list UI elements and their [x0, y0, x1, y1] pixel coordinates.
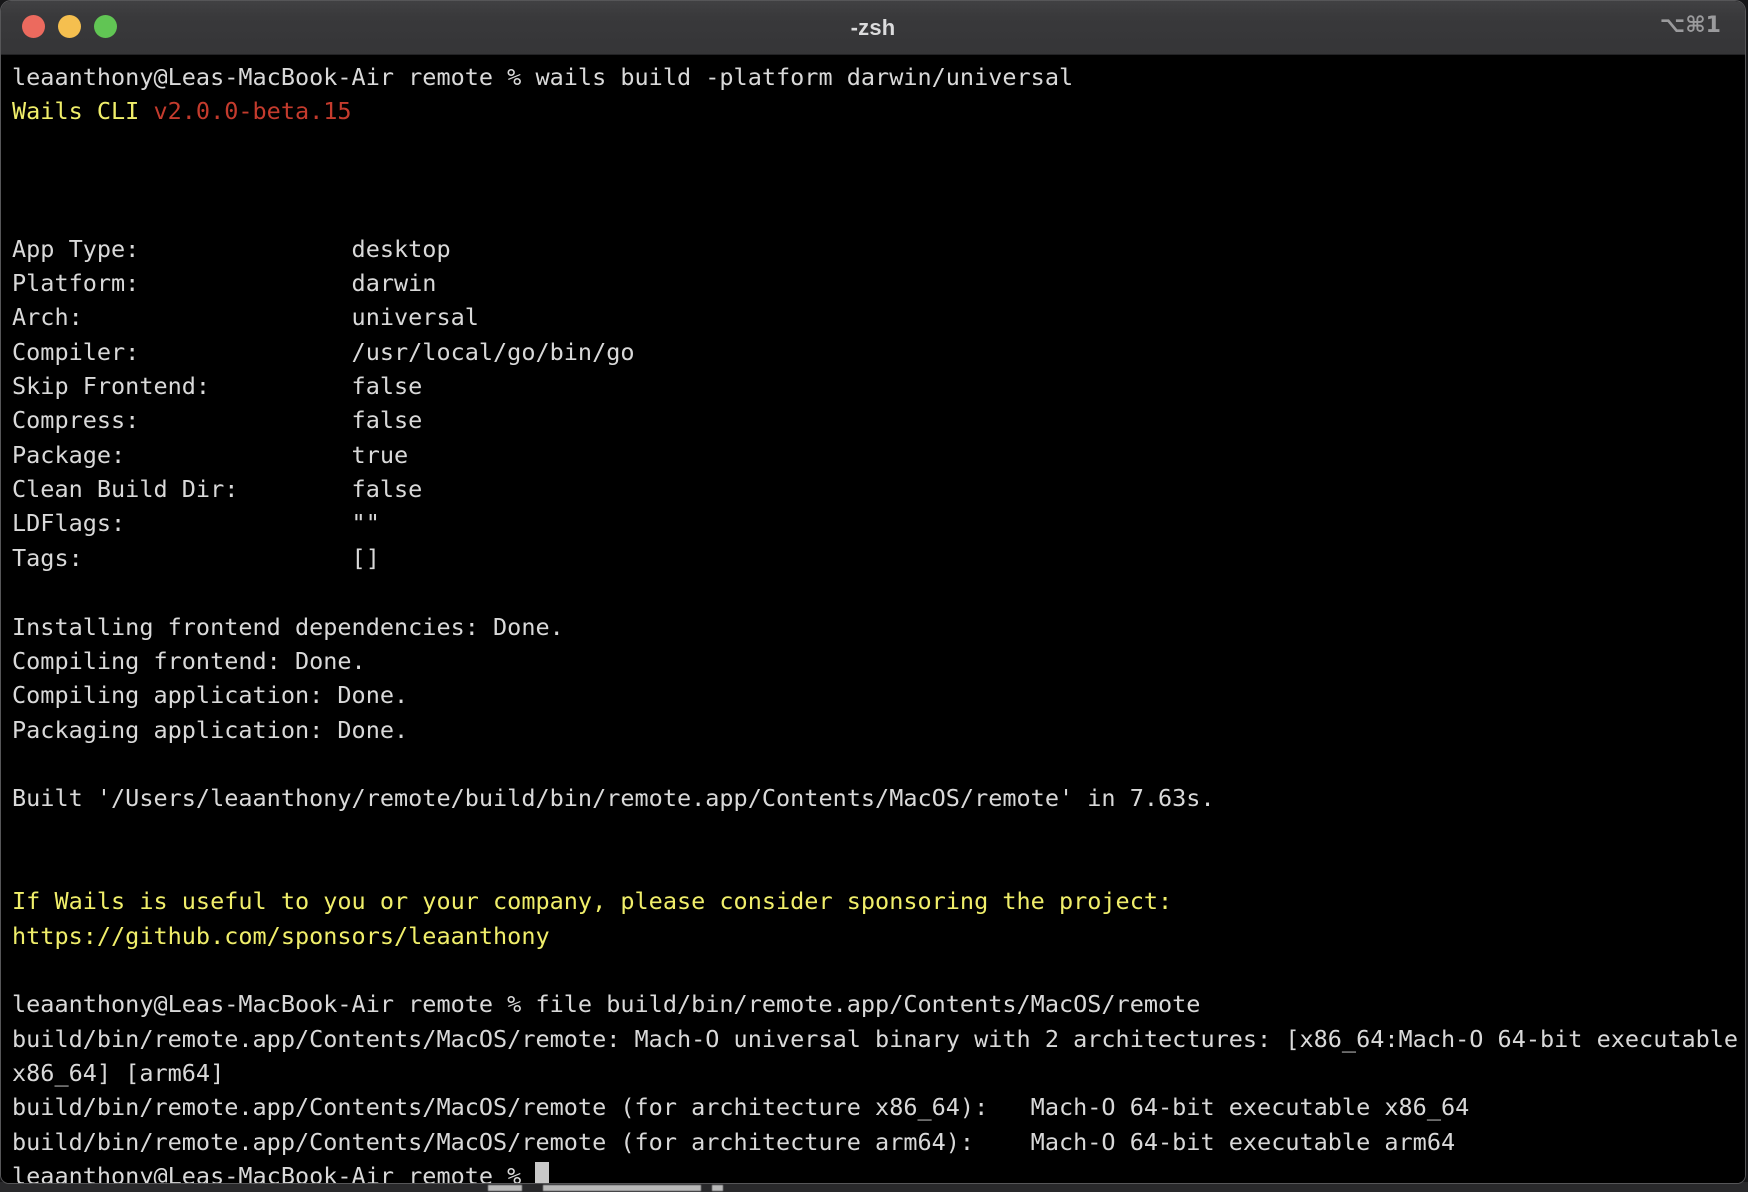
- terminal-text-segment: Built '/Users/leaanthony/remote/build/bi…: [12, 784, 1215, 812]
- terminal-line: leaanthony@Leas-MacBook-Air remote % fil…: [12, 987, 1745, 1021]
- terminal-text-segment: Tags: []: [12, 544, 380, 572]
- terminal-line: [12, 816, 1745, 850]
- terminal-cursor: [535, 1162, 549, 1184]
- terminal-line: Arch: universal: [12, 300, 1745, 334]
- tab-shortcut-badge: ⌥⌘1: [1660, 13, 1721, 38]
- terminal-text-segment: Packaging application: Done.: [12, 716, 408, 744]
- terminal-line: https://github.com/sponsors/leaanthony: [12, 919, 1745, 953]
- terminal-line: leaanthony@Leas-MacBook-Air remote % wai…: [12, 60, 1745, 94]
- terminal-text-segment: leaanthony@Leas-MacBook-Air remote %: [12, 1162, 535, 1184]
- sliver-text-fragment: [488, 1185, 522, 1191]
- terminal-line: Package: true: [12, 438, 1745, 472]
- terminal-line: [12, 747, 1745, 781]
- terminal-text-segment: Compiling frontend: Done.: [12, 647, 366, 675]
- terminal-line: leaanthony@Leas-MacBook-Air remote %: [12, 1159, 1745, 1184]
- terminal-line: build/bin/remote.app/Contents/MacOS/remo…: [12, 1022, 1745, 1056]
- terminal-text-segment: build/bin/remote.app/Contents/MacOS/remo…: [12, 1025, 1738, 1053]
- terminal-line: Platform: darwin: [12, 266, 1745, 300]
- terminal-output-area[interactable]: leaanthony@Leas-MacBook-Air remote % wai…: [1, 55, 1745, 1184]
- terminal-text-segment: x86_64] [arm64]: [12, 1059, 224, 1087]
- terminal-line: [12, 163, 1745, 197]
- terminal-line: build/bin/remote.app/Contents/MacOS/remo…: [12, 1090, 1745, 1124]
- terminal-line: Clean Build Dir: false: [12, 472, 1745, 506]
- zoom-button[interactable]: [94, 15, 117, 38]
- sliver-text-fragment: [712, 1185, 723, 1191]
- titlebar[interactable]: -zsh ⌥⌘1: [1, 1, 1745, 55]
- terminal-line: build/bin/remote.app/Contents/MacOS/remo…: [12, 1125, 1745, 1159]
- close-button[interactable]: [22, 15, 45, 38]
- terminal-text-segment: Wails CLI: [12, 97, 153, 125]
- terminal-line: If Wails is useful to you or your compan…: [12, 884, 1745, 918]
- terminal-text-segment: Arch: universal: [12, 303, 479, 331]
- terminal-text-segment: Platform: darwin: [12, 269, 436, 297]
- terminal-text-segment: Installing frontend dependencies: Done.: [12, 613, 564, 641]
- terminal-text-segment: App Type: desktop: [12, 235, 451, 263]
- terminal-line: Compress: false: [12, 403, 1745, 437]
- minimize-button[interactable]: [58, 15, 81, 38]
- terminal-text-segment: v2.0.0-beta.15: [153, 97, 351, 125]
- terminal-text-segment: Compiler: /usr/local/go/bin/go: [12, 338, 635, 366]
- terminal-line: [12, 129, 1745, 163]
- terminal-line: Built '/Users/leaanthony/remote/build/bi…: [12, 781, 1745, 815]
- terminal-line: [12, 953, 1745, 987]
- terminal-text-segment: build/bin/remote.app/Contents/MacOS/remo…: [12, 1093, 1469, 1121]
- terminal-text-segment: Compiling application: Done.: [12, 681, 408, 709]
- terminal-text-segment: leaanthony@Leas-MacBook-Air remote % fil…: [12, 990, 1200, 1018]
- terminal-text-segment: Skip Frontend: false: [12, 372, 422, 400]
- terminal-line: x86_64] [arm64]: [12, 1056, 1745, 1090]
- terminal-text-segment: If Wails is useful to you or your compan…: [12, 887, 1172, 915]
- terminal-text-segment: LDFlags: "": [12, 509, 380, 537]
- terminal-line: [12, 850, 1745, 884]
- terminal-line: Tags: []: [12, 541, 1745, 575]
- terminal-line: Wails CLI v2.0.0-beta.15: [12, 94, 1745, 128]
- terminal-text-segment: build/bin/remote.app/Contents/MacOS/remo…: [12, 1128, 1455, 1156]
- terminal-line: [12, 197, 1745, 231]
- terminal-line: Compiling application: Done.: [12, 678, 1745, 712]
- terminal-line: Compiler: /usr/local/go/bin/go: [12, 335, 1745, 369]
- terminal-line: App Type: desktop: [12, 232, 1745, 266]
- terminal-line: Skip Frontend: false: [12, 369, 1745, 403]
- terminal-text-segment: Clean Build Dir: false: [12, 475, 422, 503]
- terminal-line: [12, 575, 1745, 609]
- terminal-line: Packaging application: Done.: [12, 713, 1745, 747]
- terminal-line: Installing frontend dependencies: Done.: [12, 610, 1745, 644]
- terminal-line: LDFlags: "": [12, 506, 1745, 540]
- terminal-text-segment: Compress: false: [12, 406, 422, 434]
- terminal-window: -zsh ⌥⌘1 leaanthony@Leas-MacBook-Air rem…: [0, 0, 1746, 1184]
- terminal-text-segment: Package: true: [12, 441, 408, 469]
- sponsor-url-link[interactable]: https://github.com/sponsors/leaanthony: [12, 922, 550, 950]
- window-title: -zsh: [851, 15, 896, 41]
- sliver-text-fragment: [543, 1185, 701, 1191]
- terminal-text-segment: leaanthony@Leas-MacBook-Air remote % wai…: [12, 63, 1073, 91]
- terminal-line: Compiling frontend: Done.: [12, 644, 1745, 678]
- traffic-lights: [22, 15, 117, 38]
